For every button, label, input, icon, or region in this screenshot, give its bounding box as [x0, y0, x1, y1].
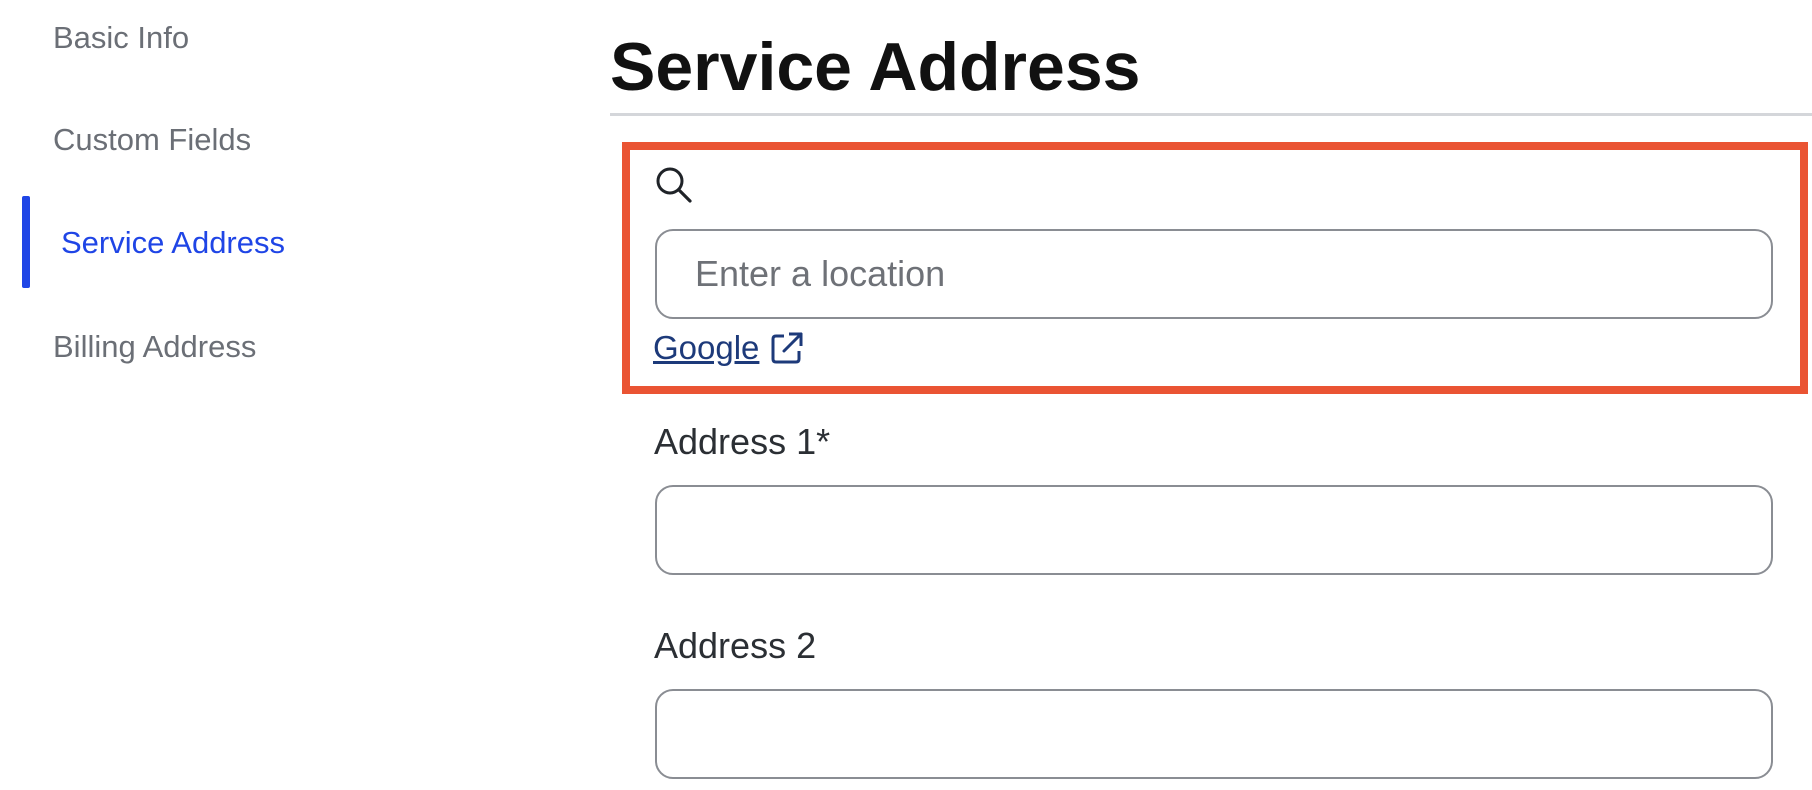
address-1-input[interactable] — [655, 485, 1773, 575]
sidebar-item-service-address[interactable]: Service Address — [61, 223, 285, 263]
location-search-input[interactable] — [655, 229, 1773, 319]
service-address-form: Service Address Google Address 1* Addres… — [610, 0, 1812, 790]
page-title: Service Address — [610, 29, 1141, 105]
page: Basic Info Custom Fields Service Address… — [0, 0, 1812, 790]
address-1-label: Address 1* — [654, 421, 831, 462]
sidebar-item-custom-fields[interactable]: Custom Fields — [53, 120, 251, 160]
title-divider — [610, 113, 1812, 116]
sidebar-item-billing-address[interactable]: Billing Address — [53, 327, 256, 367]
external-link-icon — [771, 332, 803, 364]
google-link[interactable]: Google — [653, 328, 807, 368]
sidebar-nav: Basic Info Custom Fields Service Address… — [0, 0, 540, 790]
address-2-input[interactable] — [655, 689, 1773, 779]
search-icon — [656, 167, 692, 203]
active-indicator — [22, 196, 30, 288]
address-2-label: Address 2 — [654, 625, 817, 666]
sidebar-item-basic-info[interactable]: Basic Info — [53, 18, 189, 58]
google-link-label: Google — [653, 329, 760, 366]
